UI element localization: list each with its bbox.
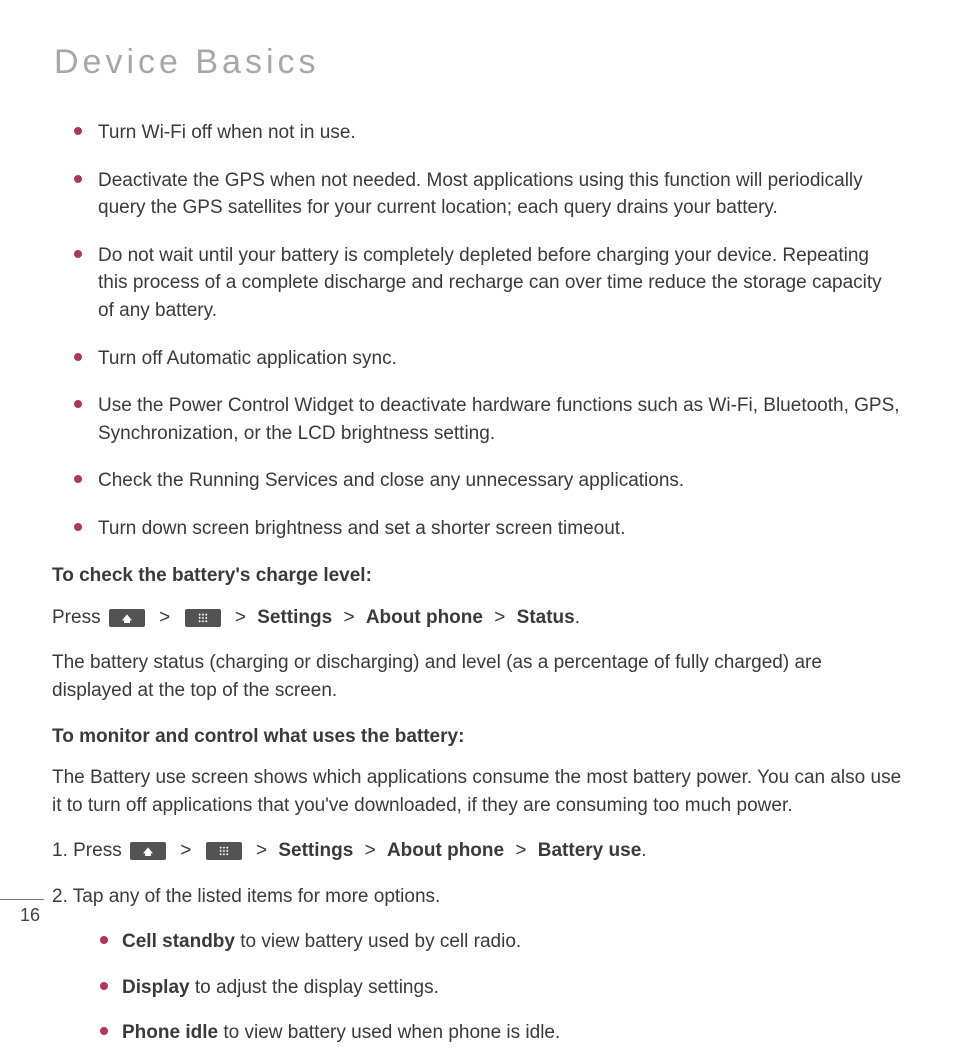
list-item: Deactivate the GPS when not needed. Most…	[74, 167, 902, 222]
chevron-right-icon: >	[235, 607, 246, 628]
option-rest: to view battery used when phone is idle.	[218, 1022, 560, 1043]
list-item: Check the Running Services and close any…	[74, 467, 902, 495]
list-item: Do not wait until your battery is comple…	[74, 242, 902, 325]
apps-icon	[185, 609, 221, 627]
option-rest: to adjust the display settings.	[190, 977, 439, 998]
monitor-step-1: 1. Press > > Settings > About phone > Ba…	[52, 837, 906, 865]
list-item: Use the Power Control Widget to deactiva…	[74, 392, 902, 447]
check-description: The battery status (charging or discharg…	[52, 649, 902, 704]
check-path: Press > > Settings > About phone > Statu…	[52, 604, 902, 632]
chevron-right-icon: >	[159, 607, 170, 628]
list-item: Cell standby to view battery used by cel…	[100, 928, 906, 956]
path-settings: Settings	[257, 607, 332, 628]
page-rule	[0, 899, 44, 900]
monitor-step-2: 2. Tap any of the listed items for more …	[52, 883, 906, 911]
path-status: Status	[517, 607, 575, 628]
list-item: Turn down screen brightness and set a sh…	[74, 515, 902, 543]
step1-prefix: 1. Press	[52, 840, 122, 861]
press-label: Press	[52, 607, 101, 628]
chevron-right-icon: >	[515, 840, 526, 861]
monitor-options-list: Cell standby to view battery used by cel…	[100, 928, 906, 1047]
list-item: Turn off Automatic application sync.	[74, 345, 902, 373]
chevron-right-icon: >	[180, 840, 191, 861]
chevron-right-icon: >	[256, 840, 267, 861]
path-about-phone: About phone	[387, 840, 504, 861]
option-bold: Display	[122, 977, 190, 998]
chevron-right-icon: >	[365, 840, 376, 861]
home-icon	[109, 609, 145, 627]
chevron-right-icon: >	[494, 607, 505, 628]
option-bold: Phone idle	[122, 1022, 218, 1043]
list-item: Turn Wi-Fi off when not in use.	[74, 119, 902, 147]
list-item: Phone idle to view battery used when pho…	[100, 1019, 906, 1047]
path-about-phone: About phone	[366, 607, 483, 628]
page-number: 16	[20, 902, 40, 928]
page-title: Device Basics	[54, 38, 906, 87]
chevron-right-icon: >	[343, 607, 354, 628]
option-bold: Cell standby	[122, 931, 235, 952]
monitor-description: The Battery use screen shows which appli…	[52, 764, 902, 819]
list-item: Display to adjust the display settings.	[100, 974, 906, 1002]
monitor-heading: To monitor and control what uses the bat…	[52, 723, 906, 751]
path-settings: Settings	[278, 840, 353, 861]
apps-icon	[206, 842, 242, 860]
path-battery-use: Battery use	[538, 840, 642, 861]
tips-list: Turn Wi-Fi off when not in use. Deactiva…	[74, 119, 902, 542]
option-rest: to view battery used by cell radio.	[235, 931, 521, 952]
home-icon	[130, 842, 166, 860]
check-heading: To check the battery's charge level:	[52, 562, 906, 590]
